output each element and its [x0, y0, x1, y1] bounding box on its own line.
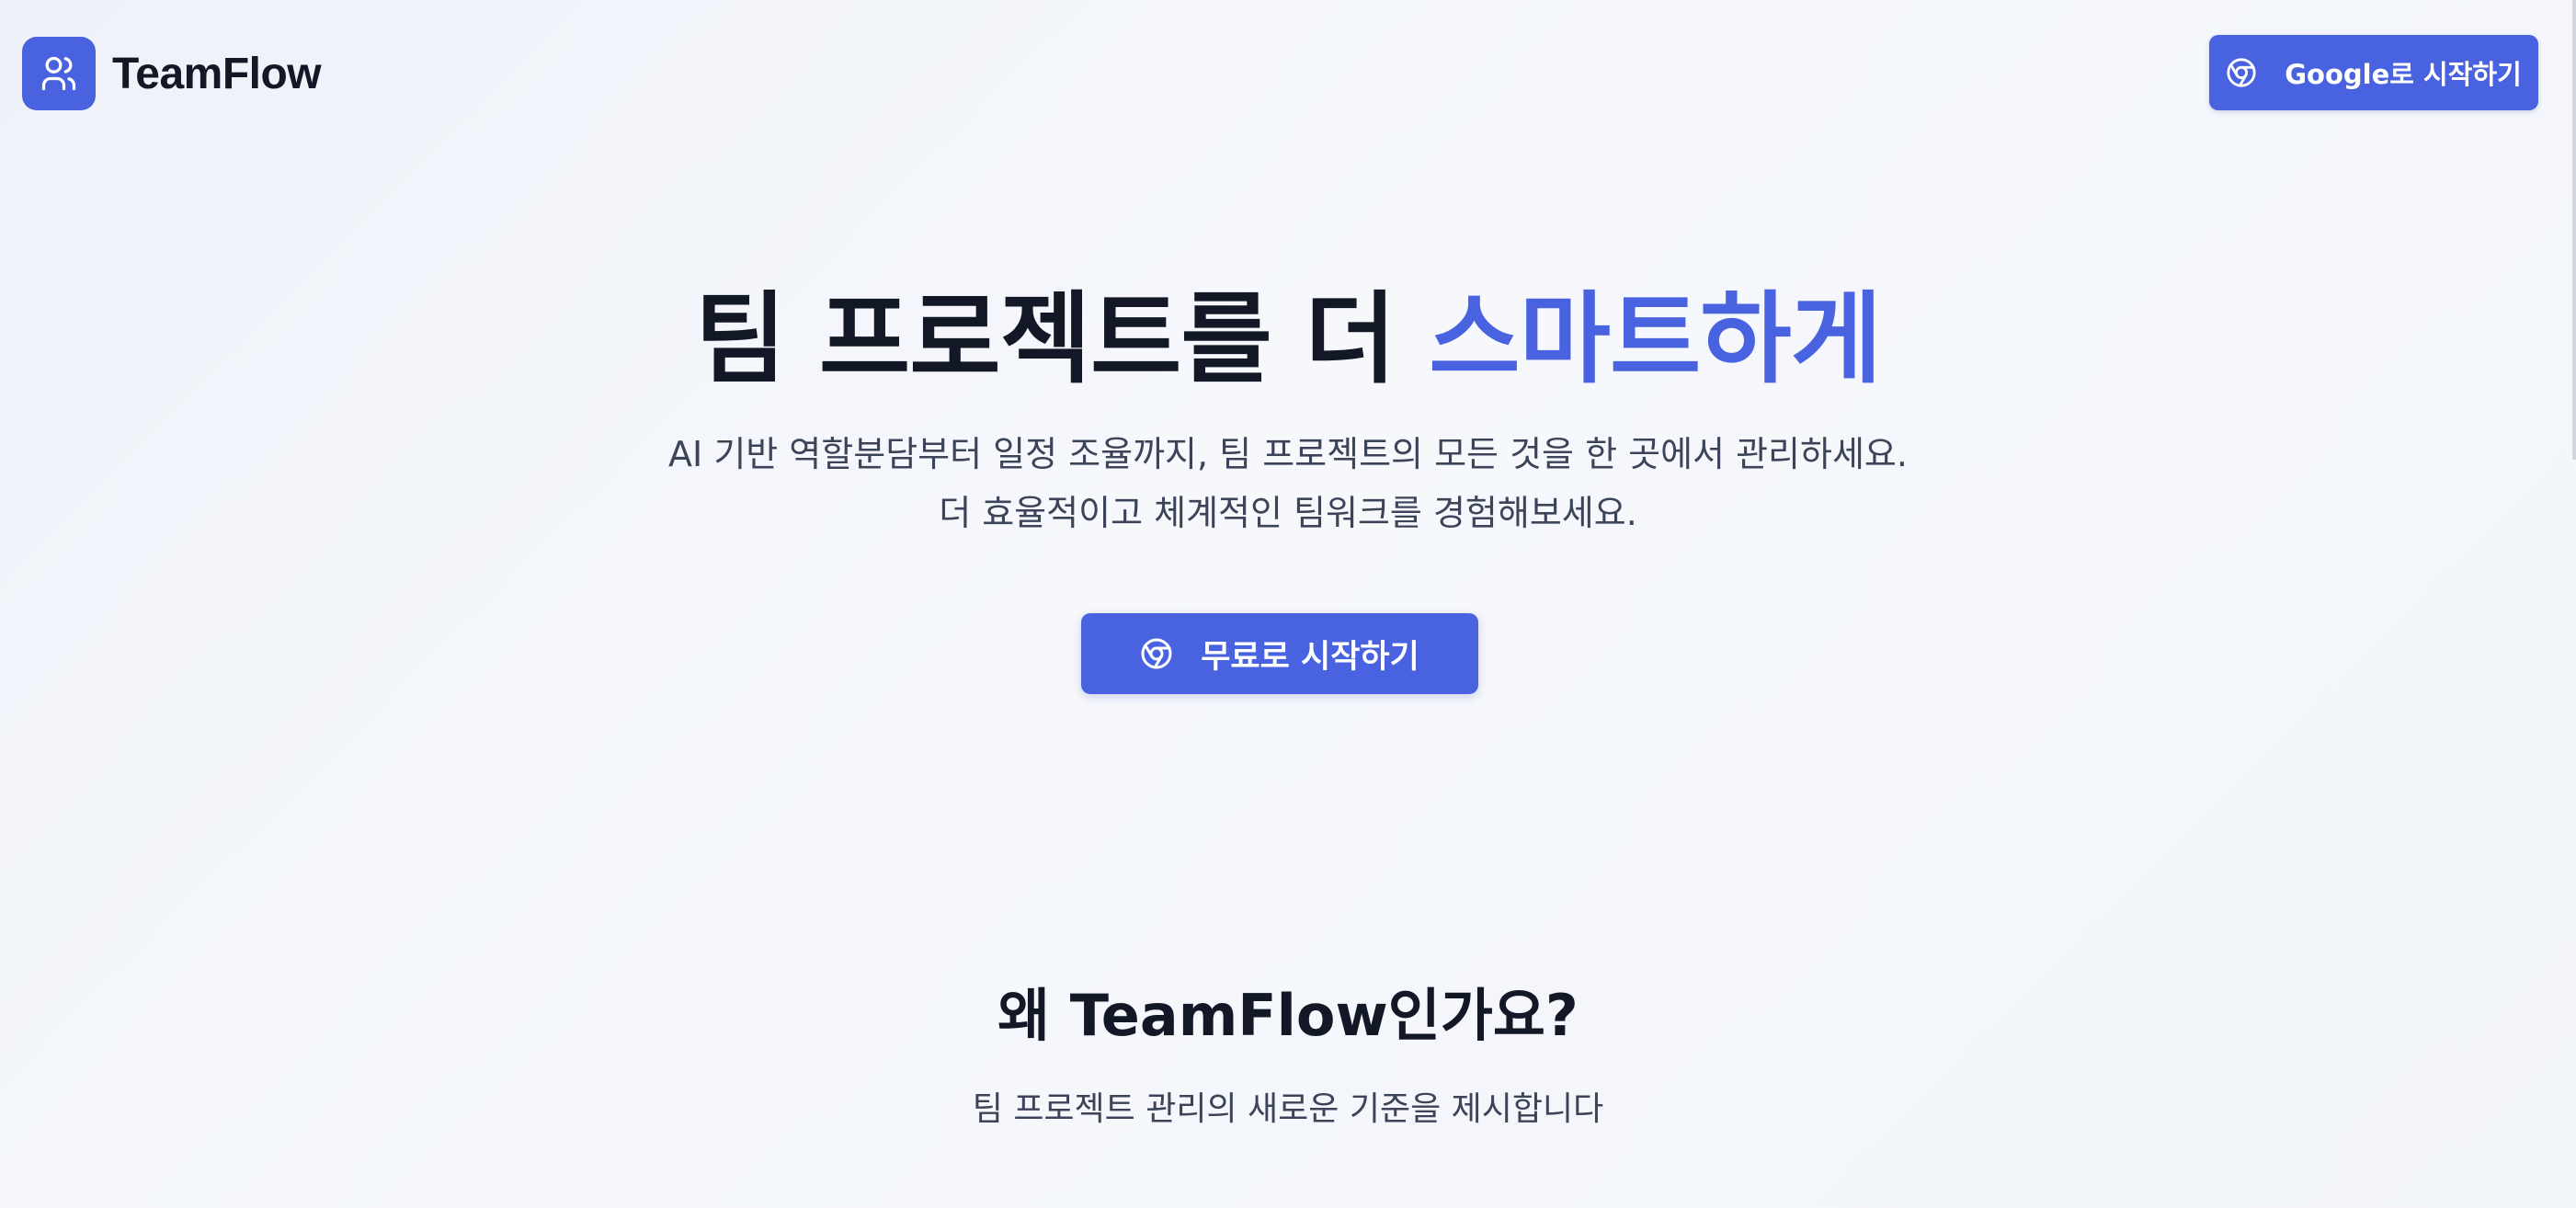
top-header: TeamFlow Google로 시작하기 — [0, 0, 2576, 147]
google-start-button-label: Google로 시작하기 — [2285, 59, 2522, 90]
chrome-icon — [1140, 637, 1173, 670]
why-title: 왜 TeamFlow인가요? — [997, 982, 1579, 1049]
hero-section: 팀 프로젝트를 더 스마트하게 AI 기반 역할분담부터 일정 조율까지, 팀 … — [0, 276, 2576, 542]
hero-subtitle: AI 기반 역할분담부터 일정 조율까지, 팀 프로젝트의 모든 것을 한 곳에… — [0, 425, 2576, 542]
why-section: 왜 TeamFlow인가요? 팀 프로젝트 관리의 새로운 기준을 제시합니다 — [0, 974, 2576, 1134]
why-subtitle: 팀 프로젝트 관리의 새로운 기준을 제시합니다 — [972, 1090, 1604, 1128]
free-start-button-label: 무료로 시작하기 — [1201, 638, 1419, 676]
page-scrollbar[interactable] — [2572, 0, 2576, 460]
brand-name: TeamFlow — [112, 49, 322, 98]
google-start-button[interactable]: Google로 시작하기 — [2209, 35, 2538, 110]
free-start-button[interactable]: 무료로 시작하기 — [1081, 613, 1478, 694]
hero-title-accent: 스마트하게 — [1429, 282, 1882, 397]
hero-title-main: 팀 프로젝트를 더 — [694, 282, 1430, 397]
hero-subtitle-line2: 더 효율적이고 체계적인 팀워크를 경험해보세요. — [939, 493, 1637, 533]
hero-title: 팀 프로젝트를 더 스마트하게 — [0, 276, 2576, 405]
chrome-icon — [2226, 57, 2257, 88]
brand-logo[interactable]: TeamFlow — [22, 37, 322, 110]
hero-subtitle-line1: AI 기반 역할분담부터 일정 조율까지, 팀 프로젝트의 모든 것을 한 곳에… — [668, 434, 1908, 474]
users-icon — [22, 37, 96, 110]
